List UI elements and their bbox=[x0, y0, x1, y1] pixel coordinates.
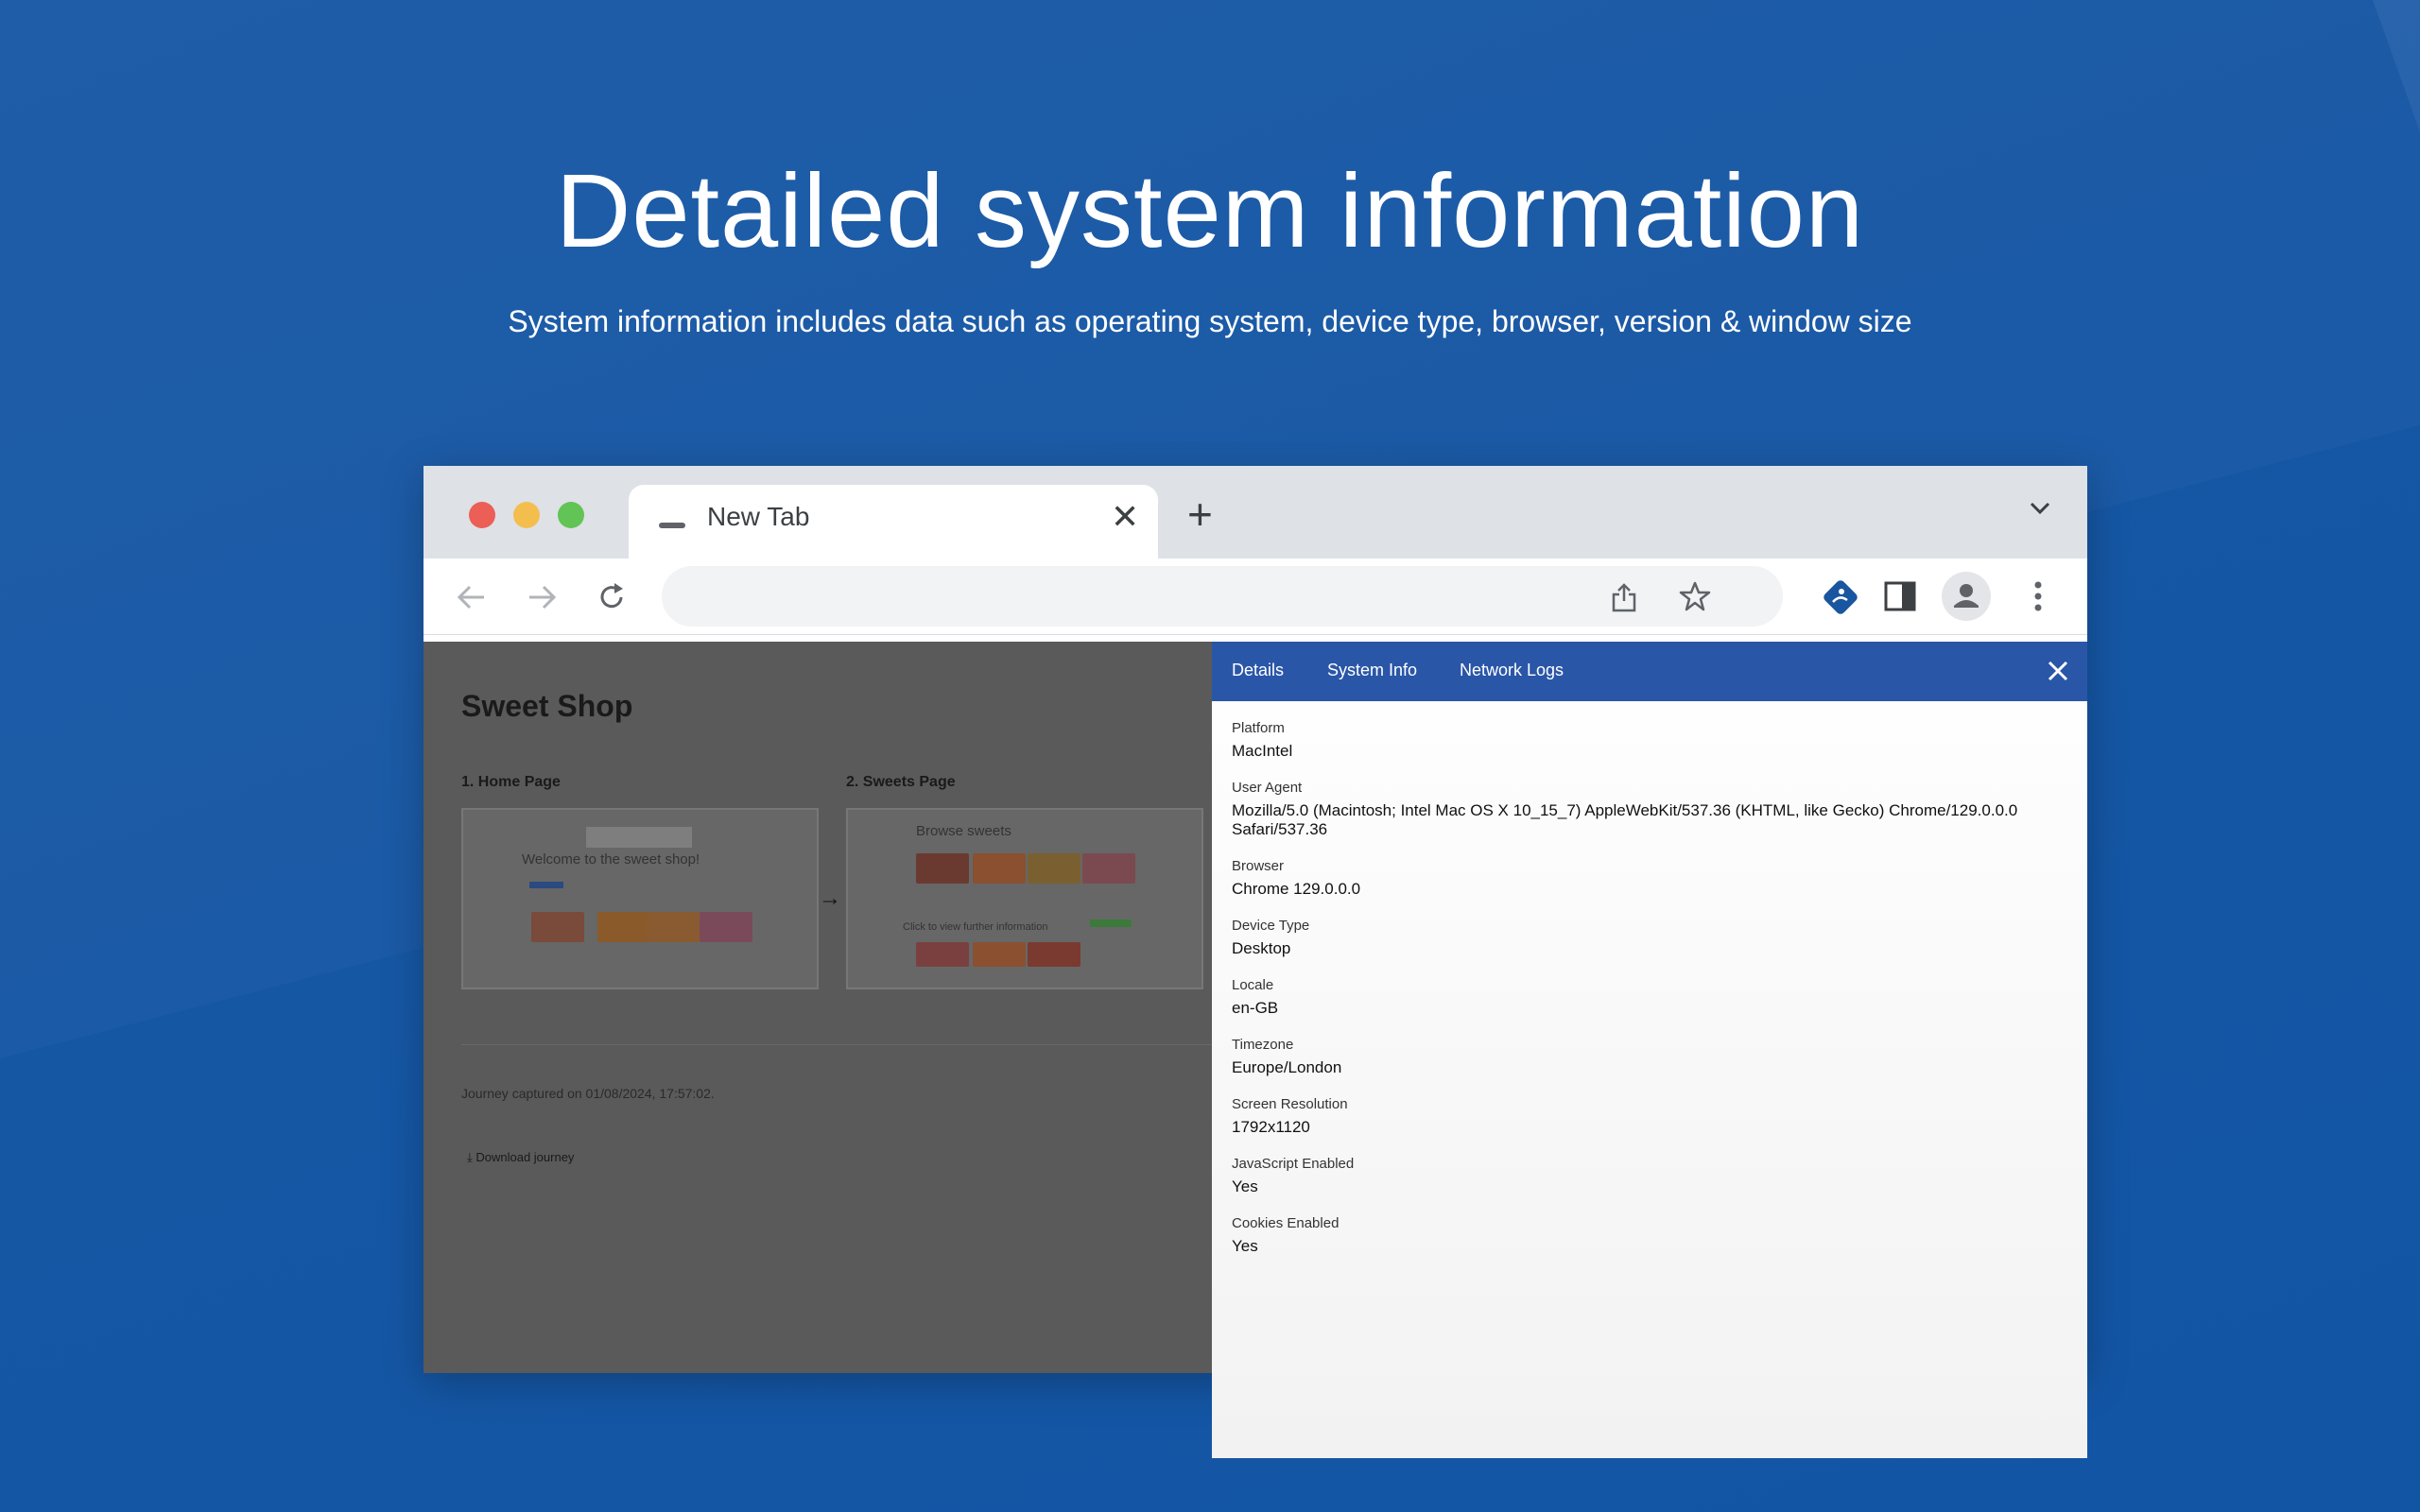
sweet-image bbox=[1028, 942, 1080, 967]
field-value: MacIntel bbox=[1232, 742, 1293, 760]
thumbnail-add-button bbox=[1090, 919, 1132, 927]
tab-network-logs[interactable]: Network Logs bbox=[1460, 661, 1564, 680]
hero-banner-image bbox=[586, 827, 692, 848]
system-info-panel: Details System Info Network Logs Platfor… bbox=[1212, 642, 2087, 1458]
shop-title: Sweet Shop bbox=[461, 689, 633, 723]
field-value: Yes bbox=[1232, 1237, 1258, 1255]
tab-title: New Tab bbox=[707, 502, 810, 531]
field-label: Device Type bbox=[1232, 918, 1310, 934]
step-label-home: 1. Home Page bbox=[461, 774, 561, 790]
sweets-page-thumbnail[interactable]: Browse sweets Click to view further info… bbox=[846, 808, 1203, 989]
field-browser: Browser Chrome 129.0.0.0 bbox=[1232, 858, 1360, 899]
sweet-image bbox=[597, 912, 650, 942]
content-divider bbox=[461, 1044, 1214, 1045]
sweet-image bbox=[973, 853, 1026, 884]
field-value-line2: Safari/537.36 bbox=[1232, 820, 1328, 838]
home-page-thumbnail[interactable]: Welcome to the sweet shop! bbox=[461, 808, 819, 989]
field-timezone: Timezone Europe/London bbox=[1232, 1037, 1341, 1077]
field-value: Mozilla/5.0 (Macintosh; Intel Mac OS X 1… bbox=[1232, 801, 2018, 819]
tab-favicon-icon bbox=[659, 523, 685, 528]
tab-search-chevron-icon[interactable] bbox=[2026, 494, 2054, 523]
field-label: Timezone bbox=[1232, 1037, 1294, 1053]
flow-arrow-icon: → bbox=[819, 885, 841, 911]
tab-new-tab[interactable]: New Tab ✕ bbox=[629, 485, 1158, 558]
download-journey-link[interactable]: ⤓ Download journey bbox=[467, 1150, 574, 1165]
minimize-window-button[interactable] bbox=[513, 502, 540, 528]
sweet-image bbox=[916, 853, 969, 884]
field-value: Yes bbox=[1232, 1177, 1258, 1195]
field-value: en-GB bbox=[1232, 999, 1279, 1017]
sweet-image bbox=[973, 942, 1026, 967]
sweet-image bbox=[700, 912, 752, 942]
field-value: 1792x1120 bbox=[1232, 1118, 1310, 1136]
step-label-sweets: 2. Sweets Page bbox=[846, 774, 956, 790]
sweet-image bbox=[1082, 853, 1135, 884]
tab-system-info[interactable]: System Info bbox=[1327, 661, 1417, 680]
thumbnail-heading: Welcome to the sweet shop! bbox=[522, 851, 700, 868]
browser-toolbar bbox=[424, 558, 2087, 635]
page-content-overlay: Sweet Shop 1. Home Page 2. Sweets Page W… bbox=[424, 642, 1214, 1373]
back-arrow-icon[interactable] bbox=[456, 581, 488, 613]
page-subheadline: System information includes data such as… bbox=[508, 304, 1912, 338]
journey-captured-text: Journey captured on 01/08/2024, 17:57:02… bbox=[461, 1086, 715, 1101]
field-label: JavaScript Enabled bbox=[1232, 1156, 1355, 1172]
thumbnail-heading: Browse sweets bbox=[916, 823, 1011, 839]
field-platform: Platform MacIntel bbox=[1232, 720, 1292, 761]
field-device-type: Device Type Desktop bbox=[1232, 918, 1309, 958]
tab-strip: New Tab ✕ + bbox=[424, 466, 2087, 558]
field-label: Locale bbox=[1232, 977, 1274, 993]
tab-close-icon[interactable]: ✕ bbox=[1111, 500, 1139, 534]
sweet-image bbox=[1028, 853, 1080, 884]
panel-tab-bar: Details System Info Network Logs bbox=[1212, 642, 2087, 701]
close-window-button[interactable] bbox=[469, 502, 495, 528]
field-label: Platform bbox=[1232, 720, 1285, 736]
maximize-window-button[interactable] bbox=[558, 502, 584, 528]
field-label: Cookies Enabled bbox=[1232, 1215, 1340, 1231]
thumbnail-button bbox=[529, 882, 563, 888]
field-javascript-enabled: JavaScript Enabled Yes bbox=[1232, 1156, 1354, 1196]
forward-arrow-icon[interactable] bbox=[526, 581, 558, 613]
new-tab-button[interactable]: + bbox=[1187, 492, 1213, 536]
share-icon[interactable] bbox=[1609, 581, 1639, 613]
field-value: Desktop bbox=[1232, 939, 1291, 957]
more-menu-icon[interactable] bbox=[2031, 577, 2046, 615]
reload-icon[interactable] bbox=[596, 581, 628, 613]
field-value: Europe/London bbox=[1232, 1058, 1342, 1076]
bookmark-star-icon[interactable] bbox=[1679, 580, 1711, 612]
field-cookies-enabled: Cookies Enabled Yes bbox=[1232, 1215, 1339, 1256]
side-panel-icon[interactable] bbox=[1883, 579, 1917, 613]
sweet-image bbox=[531, 912, 584, 942]
page-headline: Detailed system information bbox=[555, 153, 1865, 269]
address-bar[interactable] bbox=[662, 566, 1783, 627]
thumbnail-overlay-text: Click to view further information bbox=[903, 921, 1048, 933]
field-screen-resolution: Screen Resolution 1792x1120 bbox=[1232, 1096, 1348, 1137]
extension-icon[interactable] bbox=[1819, 576, 1862, 619]
field-label: Screen Resolution bbox=[1232, 1096, 1348, 1112]
field-user-agent: User Agent Mozilla/5.0 (Macintosh; Intel… bbox=[1232, 780, 2017, 839]
field-label: Browser bbox=[1232, 858, 1285, 874]
field-locale: Locale en-GB bbox=[1232, 977, 1278, 1018]
sweet-image bbox=[647, 912, 700, 942]
panel-close-icon[interactable] bbox=[2044, 657, 2072, 685]
field-label: User Agent bbox=[1232, 780, 1303, 796]
field-value: Chrome 129.0.0.0 bbox=[1232, 880, 1361, 898]
download-journey-label: Download journey bbox=[475, 1150, 575, 1164]
tab-details[interactable]: Details bbox=[1232, 661, 1284, 680]
download-icon: ⤓ bbox=[467, 1150, 476, 1164]
profile-avatar-icon[interactable] bbox=[1942, 572, 1991, 621]
sweet-image bbox=[916, 942, 969, 967]
